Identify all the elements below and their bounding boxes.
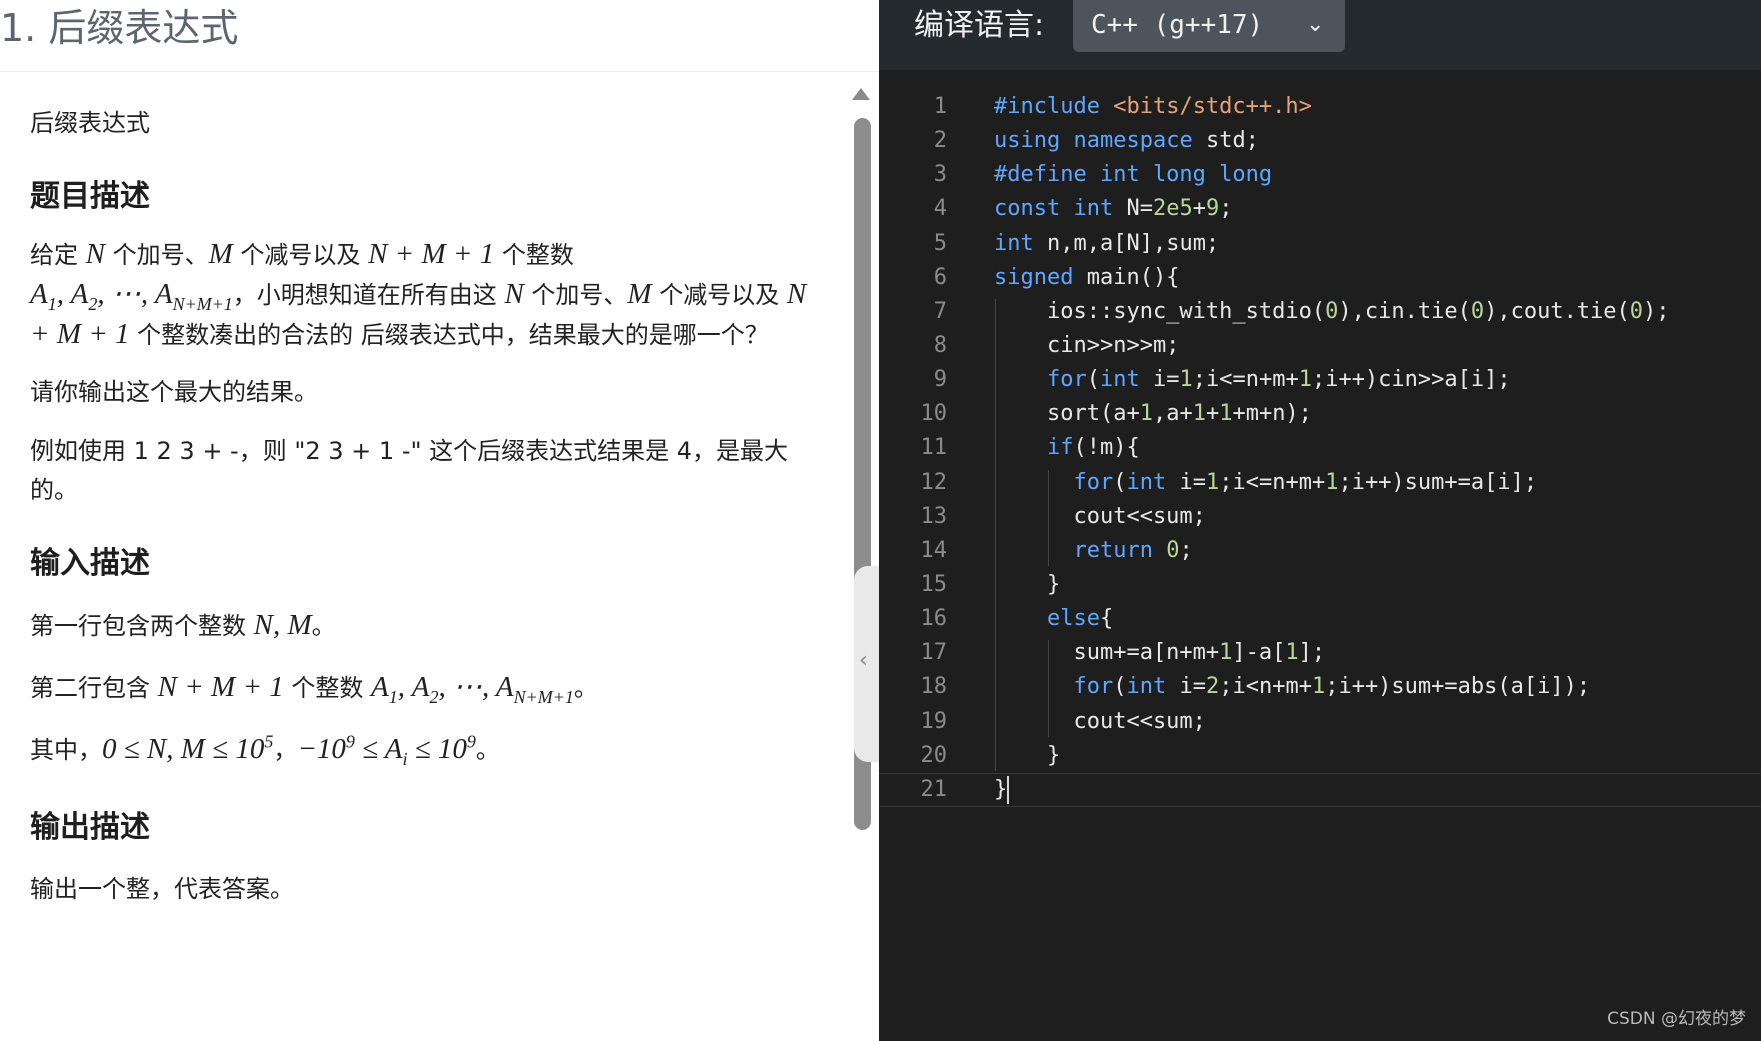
line-number: 2 bbox=[933, 128, 947, 154]
code-text: cin>>n>>m; bbox=[994, 332, 1180, 358]
code-line[interactable]: 3 #define int long long bbox=[879, 158, 1761, 192]
code-line[interactable]: 7 ios::sync_with_stdio(0),cin.tie(0),cou… bbox=[879, 295, 1761, 329]
description-paragraph-2: 请你输出这个最大的结果。 bbox=[30, 378, 318, 406]
code-text: return 0; bbox=[1073, 537, 1193, 563]
code-text: signed main(){ bbox=[994, 264, 1180, 290]
code-text: ios::sync_with_stdio(0),cin.tie(0),cout.… bbox=[994, 298, 1670, 324]
section-heading-description: 题目描述 bbox=[30, 179, 150, 214]
indent-guide bbox=[1048, 469, 1049, 567]
code-text: } bbox=[994, 571, 1061, 597]
indent-guide bbox=[995, 298, 996, 771]
code-line[interactable]: 17 sum+=a[n+m+1]-a[1]; bbox=[879, 636, 1761, 670]
line-number: 16 bbox=[920, 606, 948, 632]
line-number: 6 bbox=[933, 264, 947, 290]
text-cursor bbox=[1007, 775, 1010, 804]
code-line[interactable]: 16 else{ bbox=[879, 602, 1761, 636]
line-number: 9 bbox=[933, 367, 947, 393]
code-line[interactable]: 18 for(int i=2;i<n+m+1;i++)sum+=abs(a[i]… bbox=[879, 670, 1761, 704]
scroll-up-arrow-icon[interactable] bbox=[852, 88, 870, 100]
problem-panel: 1. 后缀表达式 后缀表达式 题目描述 给定 N 个加号、M 个减号以及 N +… bbox=[0, 0, 879, 1041]
language-select-value: C++ (g++17) bbox=[1091, 10, 1264, 40]
code-text: const int N=2e5+9; bbox=[994, 196, 1233, 222]
code-text: sum+=a[n+m+1]-a[1]; bbox=[994, 640, 1326, 666]
problem-content: 后缀表达式 题目描述 给定 N 个加号、M 个减号以及 N + M + 1 个整… bbox=[30, 104, 820, 909]
code-text: cout<<sum; bbox=[994, 708, 1206, 734]
language-select[interactable]: C++ (g++17) ⌄ bbox=[1073, 0, 1345, 52]
line-number: 18 bbox=[920, 674, 948, 700]
code-line[interactable]: 19 cout<<sum; bbox=[879, 705, 1761, 739]
code-editor-panel: 编译语言: C++ (g++17) ⌄ 1 #include <bits/stdc… bbox=[879, 0, 1761, 1041]
line-number: 3 bbox=[933, 162, 947, 188]
line-number: 19 bbox=[920, 708, 948, 734]
line-number: 8 bbox=[933, 332, 947, 358]
code-text: #include <bits/stdc++.h> bbox=[994, 94, 1312, 119]
title-divider bbox=[0, 71, 879, 72]
line-number: 13 bbox=[920, 503, 948, 529]
chevron-down-icon: ⌄ bbox=[1306, 12, 1325, 37]
code-text: for(int i=2;i<n+m+1;i++)sum+=abs(a[i]); bbox=[1073, 674, 1591, 700]
code-line[interactable]: 13 cout<<sum; bbox=[879, 500, 1761, 534]
line-number: 7 bbox=[933, 298, 947, 324]
description-paragraph: 给定 N 个加号、M 个减号以及 N + M + 1 个整数 A1, A2, ⋯… bbox=[30, 238, 807, 350]
input-paragraph-3: 其中，0 ≤ N, M ≤ 105，−109 ≤ Ai ≤ 109。 bbox=[30, 731, 500, 769]
description-paragraph-3: 例如使用 1 2 3 + -，则 "2 3 + 1 -" 这个后缀表达式结果是 … bbox=[30, 437, 789, 504]
code-line[interactable]: 15 } bbox=[879, 568, 1761, 602]
code-text: #define int long long bbox=[994, 162, 1273, 188]
code-text: int n,m,a[N],sum; bbox=[994, 230, 1220, 256]
indent-guide bbox=[1048, 640, 1049, 737]
code-line[interactable]: 1 #include <bits/stdc++.h> bbox=[879, 90, 1761, 124]
code-line[interactable]: 10 sort(a+1,a+1+1+m+n); bbox=[879, 397, 1761, 431]
line-number: 11 bbox=[920, 435, 948, 461]
problem-title: 1. 后缀表达式 bbox=[0, 6, 239, 50]
code-line[interactable]: 14 return 0; bbox=[879, 534, 1761, 568]
code-editor[interactable]: 1 #include <bits/stdc++.h> 2 using namespac… bbox=[879, 90, 1761, 807]
line-number: 10 bbox=[920, 401, 948, 427]
problem-subtitle: 后缀表达式 bbox=[30, 109, 150, 137]
code-line[interactable]: 9 for(int i=1;i<=n+m+1;i++)cin>>a[i]; bbox=[879, 363, 1761, 397]
code-text: using namespace std; bbox=[994, 128, 1259, 154]
code-text: for(int i=1;i<=n+m+1;i++)sum+=a[i]; bbox=[1073, 469, 1538, 495]
code-line[interactable]: 2 using namespace std; bbox=[879, 124, 1761, 158]
code-text: } bbox=[994, 775, 1010, 804]
line-number: 14 bbox=[920, 537, 948, 563]
line-number: 5 bbox=[933, 230, 947, 256]
watermark: CSDN @幻夜的梦 bbox=[1607, 1009, 1746, 1029]
language-bar: 编译语言: C++ (g++17) ⌄ bbox=[879, 0, 1761, 70]
code-text: sort(a+1,a+1+1+m+n); bbox=[994, 401, 1312, 427]
line-number: 4 bbox=[933, 196, 947, 222]
section-heading-output: 输出描述 bbox=[30, 810, 150, 845]
output-paragraph: 输出一个整，代表答案。 bbox=[30, 875, 294, 903]
input-paragraph-2: 第二行包含 N + M + 1 个整数 A1, A2, ⋯, AN+M+1。 bbox=[30, 671, 598, 707]
section-heading-input: 输入描述 bbox=[30, 546, 150, 581]
line-number: 21 bbox=[920, 776, 948, 802]
code-text: if(!m){ bbox=[1046, 435, 1140, 461]
language-label: 编译语言: bbox=[914, 8, 1045, 43]
code-text: } bbox=[994, 742, 1061, 768]
input-paragraph-1: 第一行包含两个整数 N, M。 bbox=[30, 609, 336, 641]
code-line[interactable]: 8 cin>>n>>m; bbox=[879, 329, 1761, 363]
code-text: cout<<sum; bbox=[994, 503, 1206, 529]
code-line[interactable]: 11 if(!m){ bbox=[879, 431, 1761, 465]
line-number: 20 bbox=[920, 742, 948, 768]
code-text: else{ bbox=[1046, 606, 1114, 632]
line-number: 17 bbox=[920, 640, 948, 666]
line-number: 1 bbox=[933, 94, 947, 119]
line-number: 12 bbox=[920, 469, 948, 495]
code-line[interactable]: 20 } bbox=[879, 739, 1761, 773]
code-line[interactable]: 5 int n,m,a[N],sum; bbox=[879, 227, 1761, 261]
code-line[interactable]: 12 for(int i=1;i<=n+m+1;i++)sum+=a[i]; bbox=[879, 466, 1761, 500]
line-number: 15 bbox=[920, 571, 948, 597]
code-line[interactable]: 21} bbox=[879, 772, 1761, 807]
code-line[interactable]: 4 const int N=2e5+9; bbox=[879, 192, 1761, 226]
code-text: for(int i=1;i<=n+m+1;i++)cin>>a[i]; bbox=[1046, 367, 1511, 393]
code-line[interactable]: 6 signed main(){ bbox=[879, 261, 1761, 295]
chevron-left-icon: ‹ bbox=[859, 648, 868, 673]
collapse-panel-button[interactable]: ‹ bbox=[854, 566, 879, 762]
